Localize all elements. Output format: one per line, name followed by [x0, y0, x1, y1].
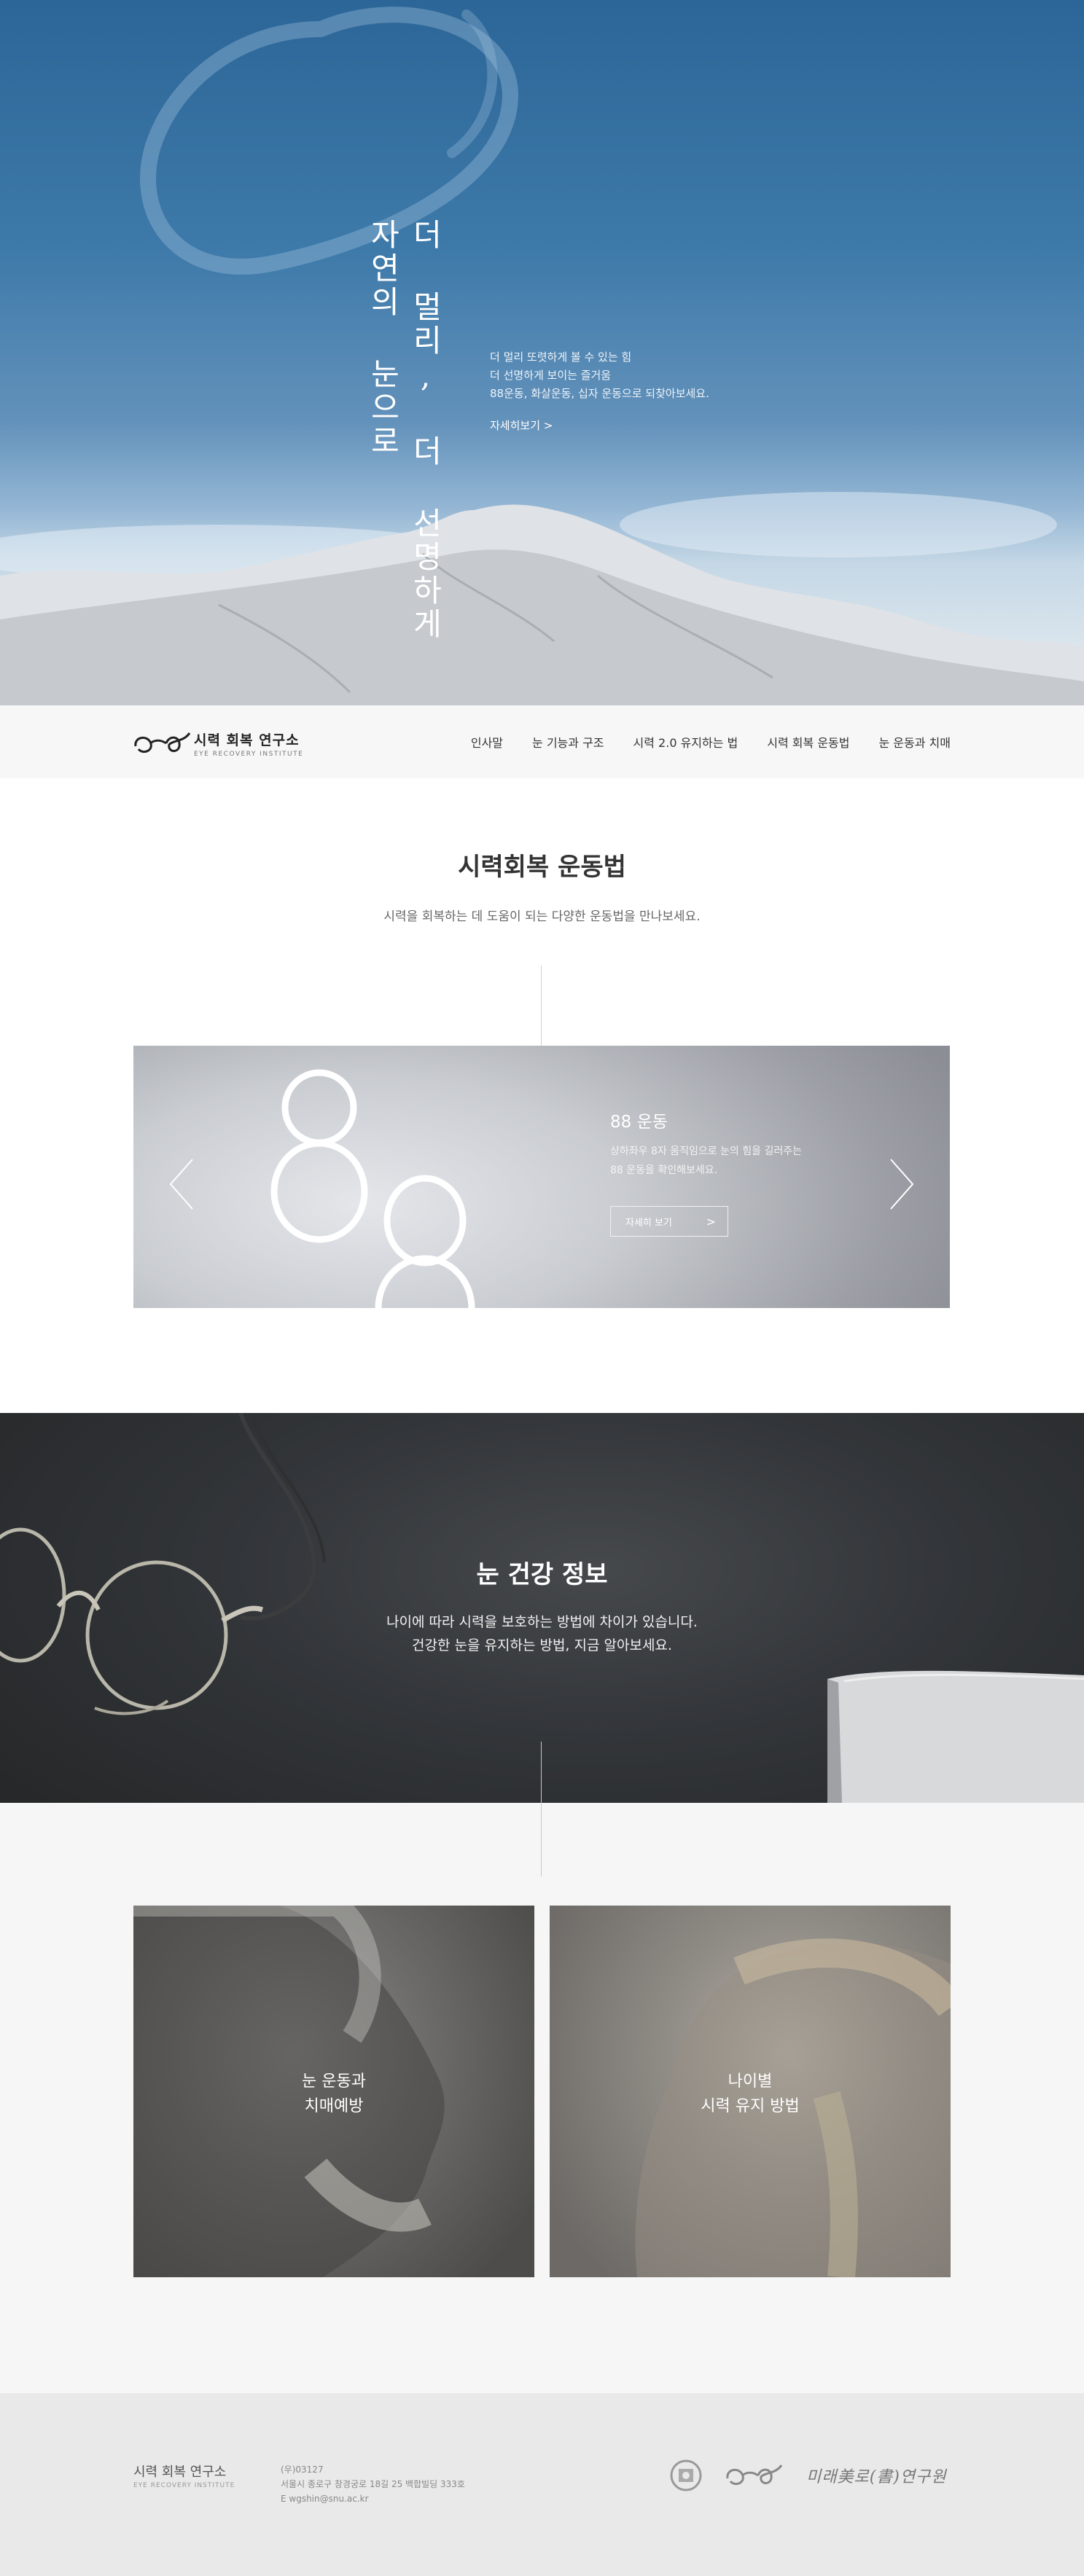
footer-partner-logos: 미래美로(書)연구원	[669, 2459, 947, 2492]
logo-english: EYE RECOVERY INSTITUTE	[194, 750, 304, 758]
hero-desc-line: 88운동, 화살운동, 십자 운동으로 되찾아보세요.	[490, 387, 709, 400]
eye-health-title: 눈 건강 정보	[476, 1560, 608, 1589]
slide-desc-line: 상하좌우 8자 움직임으로 눈의 힘을 길러주는	[610, 1146, 802, 1157]
hero-heading-line-1: 자연의 눈으로	[365, 219, 401, 458]
prev-arrow-icon	[169, 1159, 193, 1210]
menu-list: 인사말 눈 기능과 구조 시력 2.0 유지하는 법 시력 회복 운동법 눈 운…	[471, 733, 951, 751]
footer-street: 서울시 종로구 창경궁로 18길 25 백합빌딩 333호	[281, 2479, 465, 2489]
card-label-line: 눈 운동과	[302, 2072, 366, 2091]
logo-glasses-icon	[134, 732, 191, 753]
glasses-and-book-illustration	[0, 1413, 1084, 1803]
card-label: 눈 운동과 치매예방	[133, 2070, 534, 2119]
main-navigation: 시력 회복 연구소 EYE RECOVERY INSTITUTE 인사말 눈 기…	[0, 705, 1084, 778]
menu-item-recovery-exercise[interactable]: 시력 회복 운동법	[767, 733, 849, 751]
footer-address: (우)03127 서울시 종로구 창경궁로 18길 25 백합빌딩 333호 E…	[281, 2462, 465, 2506]
chevron-right-icon: >	[706, 1215, 716, 1229]
menu-item-eye-exercise-dementia[interactable]: 눈 운동과 치매	[879, 733, 951, 751]
menu-item-greeting[interactable]: 인사말	[471, 733, 503, 751]
menu-item-keep-vision[interactable]: 시력 2.0 유지하는 법	[633, 733, 738, 751]
divider-line	[541, 1742, 542, 1876]
logo-glasses-icon	[726, 2465, 783, 2486]
eye-health-desc-line: 건강한 눈을 유지하는 방법, 지금 알아보세요.	[412, 1637, 672, 1653]
hero-heading-line-2: 더 멀리, 더 선명하게	[408, 219, 443, 641]
card-label-line: 시력 유지 방법	[701, 2097, 800, 2115]
footer-postal: (우)03127	[281, 2465, 324, 2475]
slider-prev-button[interactable]	[166, 1155, 203, 1213]
card-label-line: 나이별	[728, 2072, 773, 2091]
eye-health-desc-line: 나이에 따라 시력을 보호하는 방법에 차이가 있습니다.	[386, 1614, 698, 1630]
footer-name-english: EYE RECOVERY INSTITUTE	[133, 2482, 235, 2489]
card-label: 나이별 시력 유지 방법	[550, 2070, 951, 2119]
logo-korean: 시력 회복 연구소	[194, 732, 300, 748]
hero-description: 더 멀리 또렷하게 볼 수 있는 힘 더 선명하게 보이는 즐거움 88운동, …	[490, 348, 709, 403]
hero-desc-line: 더 멀리 또렷하게 볼 수 있는 힘	[490, 351, 632, 364]
slide-detail-button-label: 자세히 보기	[625, 1217, 672, 1229]
menu-item-eye-structure[interactable]: 눈 기능과 구조	[532, 733, 604, 751]
exercise-slider: 88 운동 상하좌우 8자 움직임으로 눈의 힘을 길러주는 88 운동을 확인…	[133, 1046, 950, 1308]
card-eye-exercise-dementia[interactable]: 눈 운동과 치매예방	[133, 1906, 534, 2277]
site-logo[interactable]: 시력 회복 연구소 EYE RECOVERY INSTITUTE	[133, 727, 303, 759]
eye-health-description: 나이에 따라 시력을 보호하는 방법에 차이가 있습니다. 건강한 눈을 유지하…	[0, 1610, 1084, 1657]
slide-desc-line: 88 운동을 확인해보세요.	[610, 1164, 718, 1176]
card-label-line: 치매예방	[304, 2097, 364, 2115]
slide-detail-button[interactable]: 자세히 보기 >	[610, 1206, 728, 1237]
card-vision-by-age[interactable]: 나이별 시력 유지 방법	[550, 1906, 951, 2277]
site-footer: 시력 회복 연구소 EYE RECOVERY INSTITUTE (우)0312…	[0, 2393, 1084, 2576]
eighty-eight-graphic	[270, 1069, 475, 1308]
university-seal-icon	[670, 2459, 702, 2491]
exercise-section-title: 시력회복 운동법	[458, 853, 626, 882]
footer-email: E wgshin@snu.ac.kr	[281, 2494, 369, 2504]
calligraphy-institute-logo: 미래美로(書)연구원	[806, 2468, 947, 2486]
hero-section: 자연의 눈으로 더 멀리, 더 선명하게 더 멀리 또렷하게 볼 수 있는 힘 …	[0, 0, 1084, 705]
hero-desc-line: 더 선명하게 보이는 즐거움	[490, 369, 612, 382]
exercise-section-subtitle: 시력을 회복하는 데 도움이 되는 다양한 운동법을 만나보세요.	[383, 909, 701, 924]
footer-name: 시력 회복 연구소	[133, 2465, 227, 2480]
hero-more-link[interactable]: 자세히보기 >	[490, 418, 553, 433]
slider-next-button[interactable]	[881, 1155, 917, 1213]
next-arrow-icon	[890, 1159, 914, 1210]
slide-description: 상하좌우 8자 움직임으로 눈의 힘을 길러주는 88 운동을 확인해보세요.	[610, 1142, 802, 1180]
eye-health-banner	[0, 1413, 1084, 1803]
logo-text: 시력 회복 연구소 EYE RECOVERY INSTITUTE	[194, 729, 303, 758]
slide-title: 88 운동	[610, 1113, 668, 1132]
